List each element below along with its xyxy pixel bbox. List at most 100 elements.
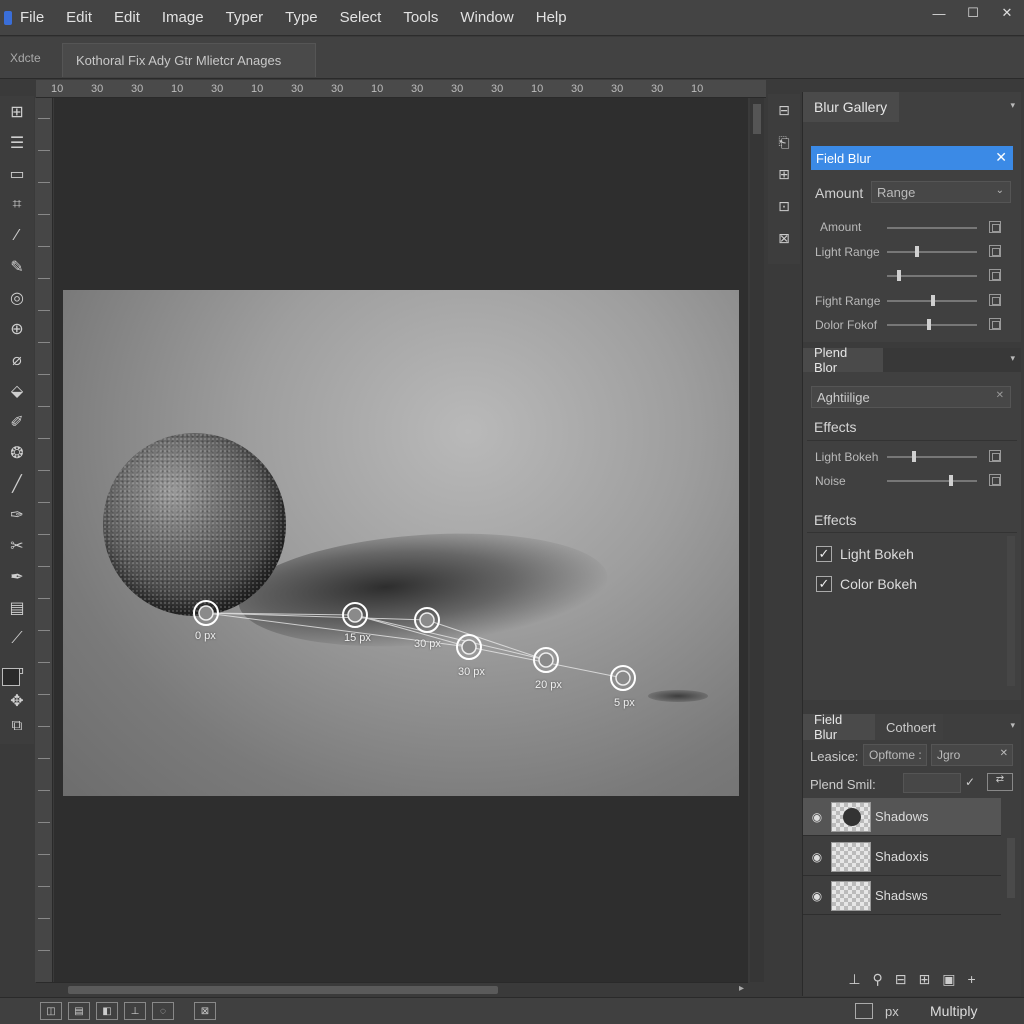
fight-range-slider[interactable] [887,295,977,306]
vertical-scroll-thumb[interactable] [753,104,761,134]
slider-toggle-2[interactable] [989,269,1001,281]
new-layer-icon[interactable]: ▣ [942,971,955,988]
link-icon[interactable]: ⇄ [987,773,1013,791]
slider-thumb[interactable] [927,319,931,330]
plend-blur-tab[interactable]: Plend Blor [803,345,883,375]
eyedropper-tool-icon[interactable]: ✒ [0,561,34,592]
light-range-slider[interactable] [887,246,977,257]
scissors-tool-icon[interactable]: ✂ [0,530,34,561]
bucket-tool-icon[interactable]: ⬙ [0,375,34,406]
grid-icon[interactable]: ⊡ [768,190,800,222]
menu-typer[interactable]: Typer [215,9,275,26]
pin-5[interactable] [610,665,636,691]
move-tool-icon[interactable]: ⊞ [0,96,34,127]
panel-menu-icon[interactable]: ▾ [1010,720,1015,731]
visibility-eye-icon[interactable]: ◉ [803,850,831,864]
menu-image[interactable]: Image [151,9,215,26]
status-icon-6[interactable]: ⊠ [194,1002,216,1020]
horizontal-scrollbar[interactable]: ▸ [36,982,748,996]
blend-mode[interactable]: Multiply [930,1003,977,1019]
field-blur-tab[interactable]: Field Blur [803,712,875,742]
layer-row[interactable]: ◉ Shadsws [803,877,1001,915]
field-blur-header[interactable]: Field Blur ✕ [811,146,1013,170]
effects-scrollbar[interactable] [1007,536,1015,686]
path-tool-icon[interactable]: ✑ [0,499,34,530]
add-icon[interactable]: + [967,971,975,987]
pin-3[interactable] [456,634,482,660]
slider-toggle-3[interactable] [989,294,1001,306]
lasso-tool-icon[interactable]: ▭ [0,158,34,189]
color-swatches[interactable] [0,666,34,712]
pin-icon[interactable]: ⊥ [848,971,860,988]
color-bokeh-checkbox[interactable]: ✓ [816,576,832,592]
menu-file[interactable]: File [12,9,55,26]
status-icon-7[interactable] [855,1003,873,1019]
document-tab[interactable]: Kothoral Fix Ady Gtr Mlietcr Anages [62,43,316,77]
menu-select[interactable]: Select [329,9,393,26]
adjustment-icon[interactable]: ⊞ [919,971,931,988]
status-icon-3[interactable]: ◧ [96,1002,118,1020]
plend-field[interactable] [903,773,961,793]
minimize-button[interactable]: — [922,0,956,26]
search-icon[interactable]: ⚲ [873,971,883,988]
slider-toggle-1[interactable] [989,245,1001,257]
slider-thumb[interactable] [915,246,919,257]
color-bokeh-slider[interactable] [887,319,977,330]
text-tool-icon[interactable]: ▤ [0,592,34,623]
leasure-dropdown[interactable]: Opftome : [863,744,927,766]
menu-help[interactable]: Help [525,9,578,26]
menu-type[interactable]: Type [274,9,329,26]
vertical-scrollbar[interactable] [750,98,764,982]
clear-icon[interactable]: ✕ [1000,748,1008,759]
clear-icon[interactable]: ✕ [996,390,1004,401]
amount-dropdown[interactable]: Range ⌄ [871,181,1011,203]
checkmark-icon[interactable]: ✓ [965,775,975,789]
slider-thumb[interactable] [931,295,935,306]
blur-gallery-tab[interactable]: Blur Gallery [803,92,899,122]
scroll-right-icon[interactable]: ▸ [739,983,744,994]
blur-tool-icon[interactable]: ❂ [0,437,34,468]
slider-toggle-4[interactable] [989,318,1001,330]
menu-edit[interactable]: Edit [55,9,103,26]
layers-icon[interactable]: ⊠ [768,222,800,254]
clone-tool-icon[interactable]: ⊕ [0,313,34,344]
eraser-tool-icon[interactable]: ⌀ [0,344,34,375]
noise-slider[interactable] [887,475,977,486]
close-icon[interactable]: ✕ [995,149,1007,166]
pencil-tool-icon[interactable]: ✎ [0,251,34,282]
quick-mask-icon[interactable]: ⧉ [4,712,30,738]
layer-row[interactable]: ◉ Shadows [803,798,1001,836]
restore-button[interactable]: ☐ [956,0,990,26]
slider-thumb[interactable] [949,475,953,486]
slider-toggle-0[interactable] [989,221,1001,233]
status-icon-2[interactable]: ▤ [68,1002,90,1020]
brush-preset-icon[interactable]: ⎗ [768,126,800,158]
amount-slider[interactable] [887,227,977,229]
scroll-thumb[interactable] [68,986,498,994]
visibility-eye-icon[interactable]: ◉ [803,810,831,824]
range-slider-2[interactable] [887,270,977,281]
layer-row[interactable]: ◉ Shadoxis [803,838,1001,876]
slider-thumb[interactable] [912,451,916,462]
menu-tools[interactable]: Tools [392,9,449,26]
dodge-tool-icon[interactable]: ✐ [0,406,34,437]
slider-thumb[interactable] [897,270,901,281]
light-bokeh-slider[interactable] [887,451,977,462]
healing-tool-icon[interactable]: ◎ [0,282,34,313]
effect-toggle-0[interactable] [989,450,1001,462]
visibility-eye-icon[interactable]: ◉ [803,889,831,903]
menu-edit-2[interactable]: Edit [103,9,151,26]
status-icon-1[interactable]: ◫ [40,1002,62,1020]
leasure-extra-field[interactable]: Jgro ✕ [931,744,1013,766]
effect-toggle-1[interactable] [989,474,1001,486]
crop-tool-icon[interactable]: ⌗ [0,189,34,220]
foreground-color[interactable] [2,668,20,686]
search-input[interactable]: Aghtiilige ✕ [811,386,1011,408]
close-window-button[interactable]: ✕ [990,0,1024,26]
marquee-tool-icon[interactable]: ☰ [0,127,34,158]
layers-scrollbar[interactable] [1007,838,1015,898]
pin-4[interactable] [533,647,559,673]
status-icon-4[interactable]: ⊥ [124,1002,146,1020]
light-bokeh-checkbox[interactable]: ✓ [816,546,832,562]
menu-window[interactable]: Window [449,9,524,26]
